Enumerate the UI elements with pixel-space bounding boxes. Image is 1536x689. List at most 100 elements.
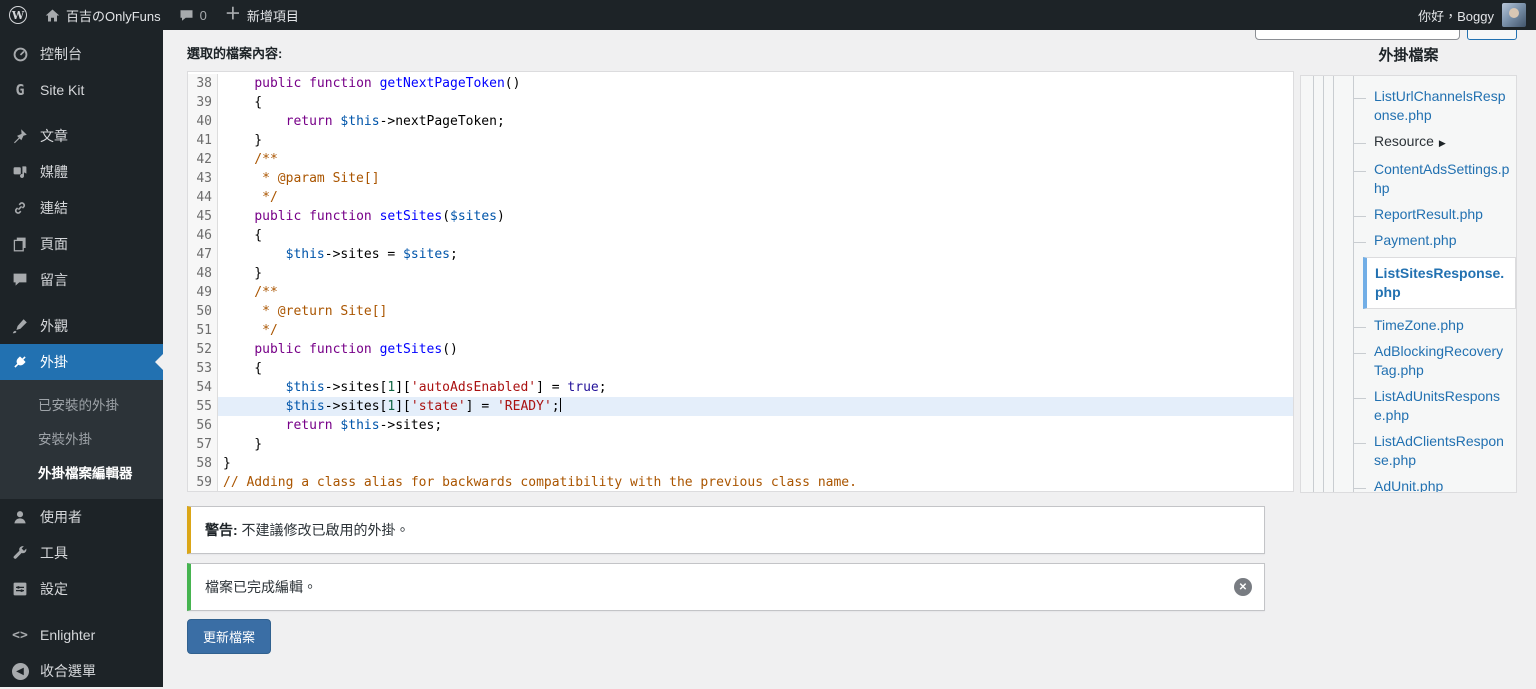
sidebar-item-label: 頁面 <box>40 234 68 254</box>
tree-file[interactable]: ListAdUnitsResponse.php <box>1301 387 1516 425</box>
warning-label: 警告: <box>205 522 238 538</box>
sidebar-item-label: 文章 <box>40 126 68 146</box>
line-number: 45 <box>188 207 218 226</box>
code-line[interactable]: 56 return $this->sites; <box>188 416 1293 435</box>
line-number: 44 <box>188 188 218 207</box>
dismiss-notice-icon[interactable]: ✕ <box>1234 578 1252 596</box>
sidebar-item-5[interactable]: 頁面 <box>0 226 163 262</box>
code-line[interactable]: 46 { <box>188 226 1293 245</box>
sidebar-item-12[interactable]: <>Enlighter <box>0 617 163 653</box>
tree-file-link[interactable]: ListUrlChannelsResponse.php <box>1374 88 1506 123</box>
tree-file-link[interactable]: ContentAdsSettings.php <box>1374 161 1509 196</box>
tree-file[interactable]: AdUnit.php <box>1301 477 1516 493</box>
code-line[interactable]: 48 } <box>188 264 1293 283</box>
submenu-item-0[interactable]: 已安裝的外掛 <box>0 387 163 421</box>
tree-file-link[interactable]: ListAdClientsResponse.php <box>1374 433 1504 468</box>
code-line[interactable]: 43 * @param Site[] <box>188 169 1293 188</box>
warning-text: 不建議修改已啟用的外掛。 <box>238 522 410 538</box>
sidebar-item-13[interactable]: ◀收合選單 <box>0 653 163 689</box>
tree-file-selected[interactable]: ListSitesResponse.php <box>1363 257 1516 309</box>
code-line[interactable]: 42 /** <box>188 150 1293 169</box>
code-line[interactable]: 44 */ <box>188 188 1293 207</box>
code-text: * @param Site[] <box>218 169 1293 188</box>
tree-file-link[interactable]: ListAdUnitsResponse.php <box>1374 388 1500 423</box>
code-line[interactable]: 40 return $this->nextPageToken; <box>188 112 1293 131</box>
wordpress-logo-icon[interactable]: W <box>0 0 36 30</box>
sidebar-item-0[interactable]: 控制台 <box>0 36 163 72</box>
code-line[interactable]: 58} <box>188 454 1293 473</box>
tree-file[interactable]: TimeZone.php <box>1301 316 1516 335</box>
code-line[interactable]: 52 public function getSites() <box>188 340 1293 359</box>
sidebar-item-label: 留言 <box>40 270 68 290</box>
media-icon <box>10 164 30 180</box>
tree-file-link[interactable]: AdBlockingRecoveryTag.php <box>1374 343 1503 378</box>
sidebar-item-label: 媒體 <box>40 162 68 182</box>
tree-file-link[interactable]: AdUnit.php <box>1374 478 1443 493</box>
tree-folder[interactable]: Resource▶ <box>1301 132 1516 153</box>
user-avatar[interactable] <box>1502 3 1526 27</box>
home-icon <box>45 8 60 23</box>
dashboard-icon <box>10 46 30 63</box>
tree-file[interactable]: ListUrlChannelsResponse.php <box>1301 87 1516 125</box>
code-text: return $this->nextPageToken; <box>218 112 1293 131</box>
code-line[interactable]: 41 } <box>188 131 1293 150</box>
line-number: 57 <box>188 435 218 454</box>
tree-file-link[interactable]: ListSitesResponse.php <box>1375 265 1504 300</box>
new-item-menu[interactable]: ＋ 新增項目 <box>216 0 308 30</box>
sidebar-item-7[interactable]: 外觀 <box>0 308 163 344</box>
sidebar-item-3[interactable]: 媒體 <box>0 154 163 190</box>
sidebar-item-9[interactable]: 使用者 <box>0 499 163 535</box>
code-line[interactable]: 51 */ <box>188 321 1293 340</box>
sidebar-item-2[interactable]: 文章 <box>0 118 163 154</box>
tree-file-link[interactable]: TimeZone.php <box>1374 317 1464 333</box>
sidebar-item-6[interactable]: 留言 <box>0 262 163 298</box>
sidebar-item-4[interactable]: 連結 <box>0 190 163 226</box>
active-code-line[interactable]: 55 $this->sites[1]['state'] = 'READY'; <box>188 397 1293 416</box>
warning-notice: 警告: 不建議修改已啟用的外掛。 <box>187 506 1265 554</box>
submenu-item-2[interactable]: 外掛檔案編輯器 <box>0 455 163 489</box>
tree-file[interactable]: AdBlockingRecoveryTag.php <box>1301 342 1516 380</box>
update-file-button[interactable]: 更新檔案 <box>187 619 271 654</box>
line-number: 42 <box>188 150 218 169</box>
sidebar-item-1[interactable]: GSite Kit <box>0 72 163 108</box>
code-line[interactable]: 54 $this->sites[1]['autoAdsEnabled'] = t… <box>188 378 1293 397</box>
code-text: public function getSites() <box>218 340 1293 359</box>
sidebar-item-11[interactable]: 設定 <box>0 571 163 607</box>
code-text: return $this->sites; <box>218 416 1293 435</box>
code-line[interactable]: 45 public function setSites($sites) <box>188 207 1293 226</box>
comments-icon <box>10 272 30 288</box>
tree-file-link[interactable]: Payment.php <box>1374 232 1457 248</box>
sidebar-item-plugins[interactable]: 外掛 <box>0 344 163 380</box>
sidebar-item-10[interactable]: 工具 <box>0 535 163 571</box>
comments-shortcut[interactable]: 0 <box>170 0 216 30</box>
site-menu[interactable]: 百吉のOnlyFuns <box>36 0 170 30</box>
code-line[interactable]: 50 * @return Site[] <box>188 302 1293 321</box>
code-line[interactable]: 57 } <box>188 435 1293 454</box>
sidebar-item-label: 外掛 <box>40 352 68 372</box>
user-greeting[interactable]: 你好，Boggy <box>1418 6 1494 25</box>
tree-file[interactable]: ContentAdsSettings.php <box>1301 160 1516 198</box>
tree-file[interactable]: Payment.php <box>1301 231 1516 250</box>
admin-bar: W 百吉のOnlyFuns 0 ＋ 新增項目 你好，Boggy <box>0 0 1536 30</box>
appearance-brush-icon <box>10 318 30 334</box>
submenu-item-1[interactable]: 安裝外掛 <box>0 421 163 455</box>
file-tree-title: 外掛檔案 <box>1300 44 1517 65</box>
code-line[interactable]: 53 { <box>188 359 1293 378</box>
code-line[interactable]: 49 /** <box>188 283 1293 302</box>
code-line[interactable]: 39 { <box>188 93 1293 112</box>
tree-file[interactable]: ListAdClientsResponse.php <box>1301 432 1516 470</box>
plus-icon: ＋ <box>225 7 241 23</box>
tree-file[interactable]: ReportResult.php <box>1301 205 1516 224</box>
admin-menu: 控制台GSite Kit 文章媒體連結頁面留言外觀外掛已安裝的外掛安裝外掛外掛檔案… <box>0 30 163 687</box>
line-number: 59 <box>188 473 218 492</box>
line-number: 41 <box>188 131 218 150</box>
code-text: * @return Site[] <box>218 302 1293 321</box>
code-line[interactable]: 47 $this->sites = $sites; <box>188 245 1293 264</box>
tree-folder-label: Resource <box>1374 133 1434 149</box>
tree-file-link[interactable]: ReportResult.php <box>1374 206 1483 222</box>
code-text: $this->sites = $sites; <box>218 245 1293 264</box>
code-editor[interactable]: 38 public function getNextPageToken()39 … <box>187 71 1294 492</box>
code-line[interactable]: 59// Adding a class alias for backwards … <box>188 473 1293 492</box>
code-line[interactable]: 38 public function getNextPageToken() <box>188 74 1293 93</box>
comments-count: 0 <box>200 8 207 23</box>
